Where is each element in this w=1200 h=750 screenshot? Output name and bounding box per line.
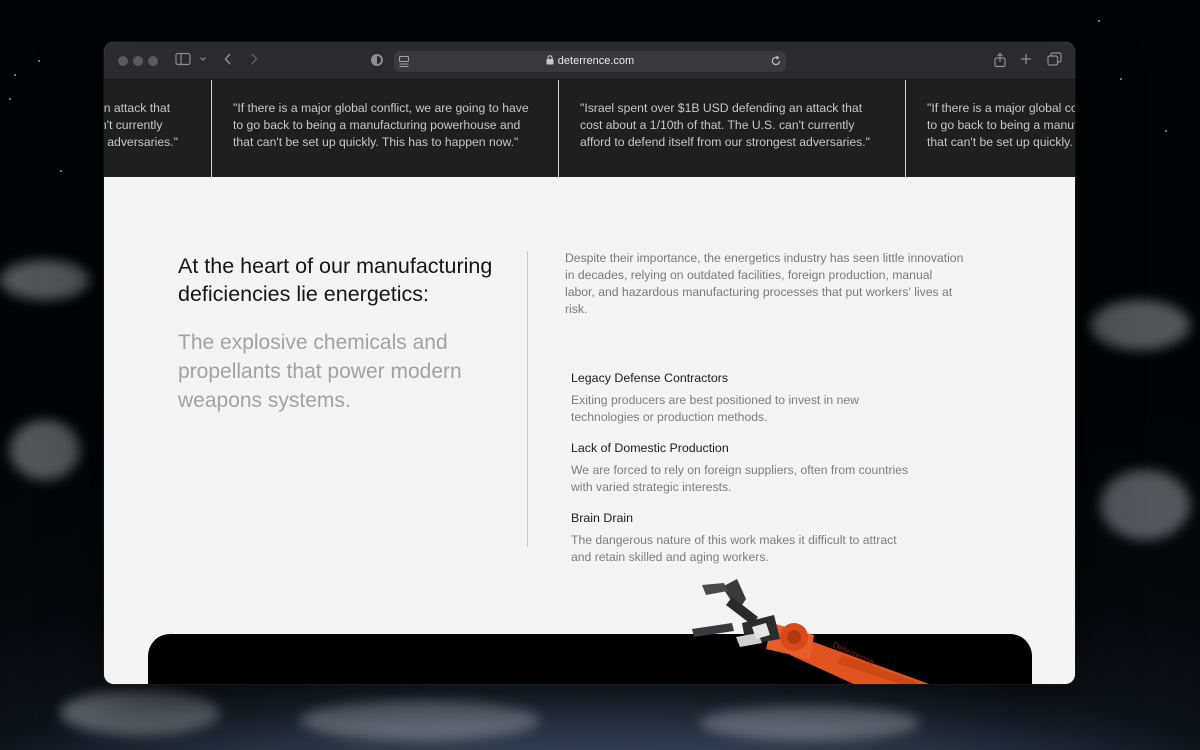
close-window-button[interactable] [118,56,128,66]
chevron-down-icon[interactable] [199,52,207,66]
url-text: deterrence.com [557,55,635,67]
sidebar-toggle-icon[interactable] [175,52,191,66]
browser-toolbar: deterrence.com [104,42,1075,80]
item-description: The dangerous nature of this work makes … [571,533,897,564]
energetics-section: At the heart of our manufacturing defici… [104,177,1075,684]
star [1165,130,1167,132]
star [38,60,40,62]
star [1098,20,1100,22]
cloud [1100,470,1190,540]
share-icon[interactable] [993,52,1007,68]
back-arrow-icon[interactable] [223,52,233,66]
quote-text: "If there is a major global conflict, we… [233,101,529,149]
robotic-arm-image: Deterrence [692,579,930,684]
reload-icon[interactable] [770,53,782,69]
cloud [300,700,540,740]
quote-text: "Israel spent over $1B USD defending an … [104,101,178,149]
cloud [700,705,920,740]
star [60,170,62,172]
privacy-report-icon[interactable] [370,53,384,67]
url-display[interactable]: deterrence.com [394,51,786,73]
section-heading: At the heart of our manufacturing defici… [178,254,493,306]
lock-icon [546,52,554,73]
cloud [0,260,90,300]
list-item: Lack of Domestic Production We are force… [571,440,911,496]
quote-card: "If there is a major global conflict, we… [905,80,1075,177]
minimize-window-button[interactable] [133,56,143,66]
star [1120,78,1122,80]
quote-card: "Israel spent over $1B USD defending an … [104,80,212,177]
list-item: Brain Drain The dangerous nature of this… [571,510,911,566]
quote-card: "Israel spent over $1B USD defending an … [558,80,904,177]
item-title: Lack of Domestic Production [571,441,729,455]
star [14,74,16,76]
section-subheading: The explosive chemicals and propellants … [178,331,462,412]
item-description: Exiting producers are best positioned to… [571,393,859,424]
maximize-window-button[interactable] [148,56,158,66]
vertical-divider [527,251,528,547]
item-description: We are forced to rely on foreign supplie… [571,463,909,494]
quote-text: "If there is a major global conflict, we… [927,101,1075,149]
address-bar[interactable]: deterrence.com [394,51,786,72]
tab-overview-icon[interactable] [1047,52,1062,66]
cloud [60,690,220,735]
testimonial-carousel: "Israel spent over $1B USD defending an … [104,80,1075,177]
browser-window: deterrence.com "Israel spent over $1B US… [104,42,1075,684]
list-item: Legacy Defense Contractors Exiting produ… [571,370,911,426]
star [9,98,11,100]
item-title: Legacy Defense Contractors [571,371,729,385]
cloud [10,420,80,480]
item-title: Brain Drain [571,511,633,525]
intro-paragraph: Despite their importance, the energetics… [565,251,964,316]
new-tab-icon[interactable] [1020,52,1032,66]
forward-arrow-icon[interactable] [249,52,259,66]
cloud [1090,300,1190,350]
quote-card: "If there is a major global conflict, we… [211,80,557,177]
quote-text: "Israel spent over $1B USD defending an … [580,101,870,149]
